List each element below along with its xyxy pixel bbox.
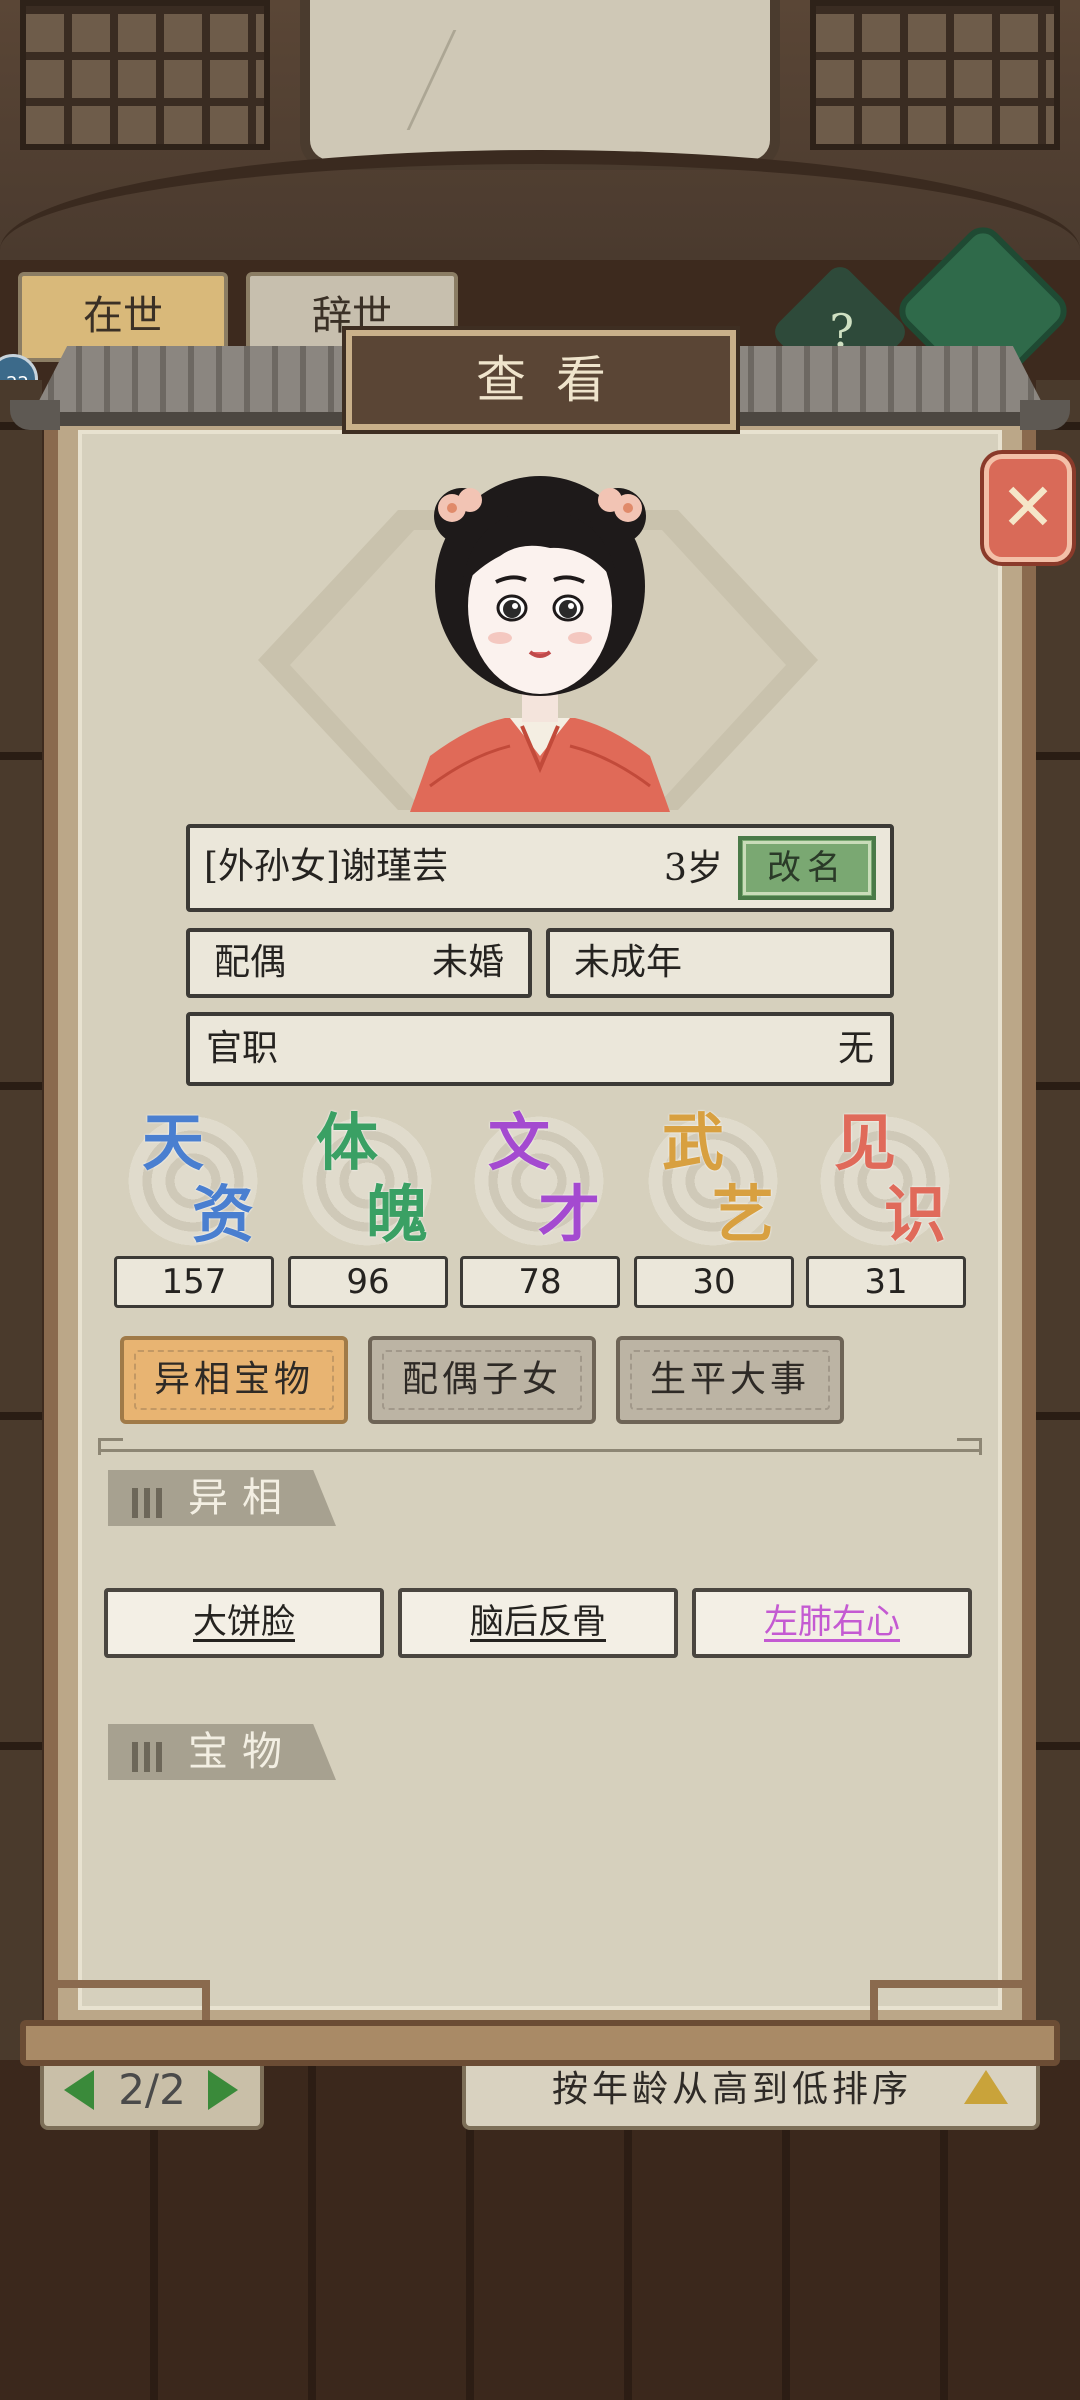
- stat-icon-talent: 天 资: [114, 1106, 274, 1256]
- next-page-arrow-icon[interactable]: [208, 2070, 238, 2110]
- stat-icon-literary: 文 才: [460, 1106, 620, 1256]
- stat-value-martial: 30: [634, 1256, 794, 1308]
- spouse-field: 配偶 未婚: [186, 928, 532, 998]
- stat-char: 艺: [712, 1178, 775, 1251]
- tab-life-events[interactable]: 生平大事: [616, 1336, 844, 1424]
- section-title-treasure: 宝物: [108, 1724, 336, 1780]
- office-value: 无: [837, 1028, 874, 1069]
- trait-item[interactable]: 左肺右心: [692, 1588, 972, 1658]
- divider: [98, 1438, 982, 1455]
- close-button[interactable]: ✕: [984, 454, 1072, 562]
- stat-char: 文: [488, 1106, 551, 1179]
- background-list-left: [0, 380, 42, 2080]
- background-list-right: [1036, 380, 1080, 2080]
- sort-triangle-icon: [964, 2070, 1008, 2104]
- stat-char: 天: [142, 1106, 205, 1179]
- roof-cap-right: [1020, 400, 1070, 430]
- character-age: 3岁: [664, 848, 723, 889]
- stat-char: 才: [538, 1178, 601, 1251]
- roof-cap-left: [10, 400, 60, 430]
- hanging-painting: [300, 0, 780, 170]
- stat-value-knowledge: 31: [806, 1256, 966, 1308]
- rename-button[interactable]: 改名: [738, 836, 876, 900]
- office-label: 官职: [206, 1028, 279, 1069]
- prev-page-arrow-icon[interactable]: [64, 2070, 94, 2110]
- spouse-value: 未婚: [431, 942, 504, 983]
- trait-item[interactable]: 脑后反骨: [398, 1588, 678, 1658]
- stat-icon-martial: 武 艺: [634, 1106, 794, 1256]
- office-field: 官职 无: [186, 1012, 894, 1086]
- tab-traits-treasures[interactable]: 异相宝物: [120, 1336, 348, 1424]
- spouse-label: 配偶: [214, 942, 287, 983]
- stat-value-physique: 96: [288, 1256, 448, 1308]
- stat-value-literary: 78: [460, 1256, 620, 1308]
- stat-value-talent: 157: [114, 1256, 274, 1308]
- stat-char: 见: [834, 1106, 897, 1179]
- stat-icon-physique: 体 魄: [288, 1106, 448, 1256]
- window-lattice-right: [810, 0, 1060, 150]
- scroll-bottom-rail: [20, 2020, 1060, 2066]
- dialog-title: 查看: [342, 326, 740, 434]
- stat-icon-knowledge: 见 识: [806, 1106, 966, 1256]
- tab-spouse-children[interactable]: 配偶子女: [368, 1336, 596, 1424]
- stat-char: 体: [316, 1106, 379, 1179]
- close-icon: ✕: [1000, 469, 1056, 546]
- stat-char: 魄: [366, 1178, 429, 1251]
- stat-char: 资: [192, 1178, 255, 1251]
- section-title-traits: 异相: [108, 1470, 336, 1526]
- stat-char: 识: [884, 1178, 947, 1251]
- character-portrait: [400, 456, 680, 812]
- trait-item[interactable]: 大饼脸: [104, 1588, 384, 1658]
- window-lattice-left: [20, 0, 270, 150]
- adult-status: 未成年: [546, 928, 894, 998]
- stat-char: 武: [662, 1106, 725, 1179]
